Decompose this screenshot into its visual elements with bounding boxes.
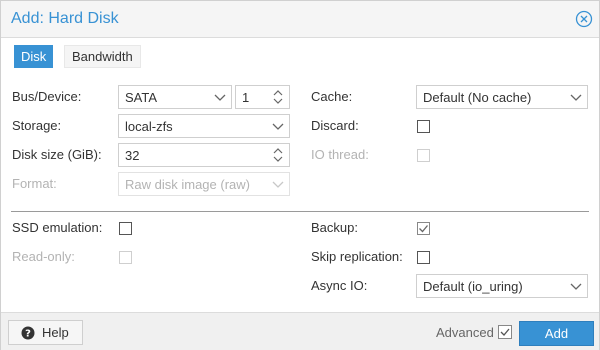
- chevron-down-icon[interactable]: [565, 275, 587, 297]
- close-icon[interactable]: [574, 9, 594, 29]
- storage-select[interactable]: local-zfs: [118, 114, 290, 138]
- async-io-select[interactable]: Default (io_uring): [416, 274, 588, 298]
- skip-replication-label: Skip replication:: [311, 249, 403, 264]
- checkmark-icon: [419, 225, 428, 233]
- bus-value: SATA: [125, 90, 158, 105]
- spinner-arrows-icon[interactable]: [267, 86, 289, 108]
- storage-label: Storage:: [12, 118, 62, 133]
- dialog-title: Add: Hard Disk: [11, 10, 119, 27]
- backup-checkbox[interactable]: [417, 222, 430, 235]
- section-divider: [11, 211, 589, 212]
- dialog-header: Add: Hard Disk: [1, 1, 599, 38]
- storage-value: local-zfs: [125, 119, 173, 134]
- help-button[interactable]: ? Help: [8, 320, 83, 345]
- chevron-down-icon: [267, 173, 289, 195]
- ssd-emulation-checkbox[interactable]: [119, 222, 132, 235]
- cache-select[interactable]: Default (No cache): [416, 85, 588, 109]
- format-select: Raw disk image (raw): [118, 172, 290, 196]
- chevron-down-icon[interactable]: [209, 86, 231, 108]
- ssd-emulation-label: SSD emulation:: [12, 220, 103, 235]
- io-thread-checkbox: [417, 149, 430, 162]
- disk-size-value: 32: [125, 148, 140, 163]
- dialog-footer: ? Help Advanced Add: [1, 312, 599, 350]
- cache-value: Default (No cache): [423, 90, 532, 105]
- discard-label: Discard:: [311, 118, 359, 133]
- question-circle-icon: ?: [21, 326, 35, 340]
- io-thread-label: IO thread:: [311, 147, 369, 162]
- add-button[interactable]: Add: [519, 321, 594, 346]
- advanced-label: Advanced: [436, 325, 494, 340]
- spinner-arrows-icon[interactable]: [267, 144, 289, 166]
- backup-label: Backup:: [311, 220, 358, 235]
- tab-bar: Disk Bandwidth: [1, 38, 599, 73]
- format-label: Format:: [12, 176, 57, 191]
- advanced-checkbox[interactable]: [498, 325, 512, 339]
- bus-device-label: Bus/Device:: [12, 89, 82, 104]
- disk-size-label: Disk size (GiB):: [12, 147, 102, 162]
- discard-checkbox[interactable]: [417, 120, 430, 133]
- read-only-checkbox: [119, 251, 132, 264]
- device-value: 1: [242, 90, 250, 105]
- async-io-label: Async IO:: [311, 278, 368, 293]
- svg-text:?: ?: [25, 329, 31, 340]
- async-io-value: Default (io_uring): [423, 279, 523, 294]
- chevron-down-icon[interactable]: [267, 115, 289, 137]
- tab-disk[interactable]: Disk: [14, 45, 54, 68]
- help-button-label: Help: [42, 325, 69, 340]
- format-value: Raw disk image (raw): [125, 177, 250, 192]
- add-hard-disk-dialog: Add: Hard Disk Disk Bandwidth Bus/Device…: [0, 0, 600, 350]
- bus-select[interactable]: SATA: [118, 85, 232, 109]
- tab-bandwidth[interactable]: Bandwidth: [64, 45, 141, 68]
- cache-label: Cache:: [311, 89, 353, 104]
- read-only-label: Read-only:: [12, 249, 75, 264]
- skip-replication-checkbox[interactable]: [417, 251, 430, 264]
- disk-size-stepper[interactable]: 32: [118, 143, 290, 167]
- chevron-down-icon[interactable]: [565, 86, 587, 108]
- checkmark-icon: [500, 328, 510, 336]
- device-number-stepper[interactable]: 1: [235, 85, 290, 109]
